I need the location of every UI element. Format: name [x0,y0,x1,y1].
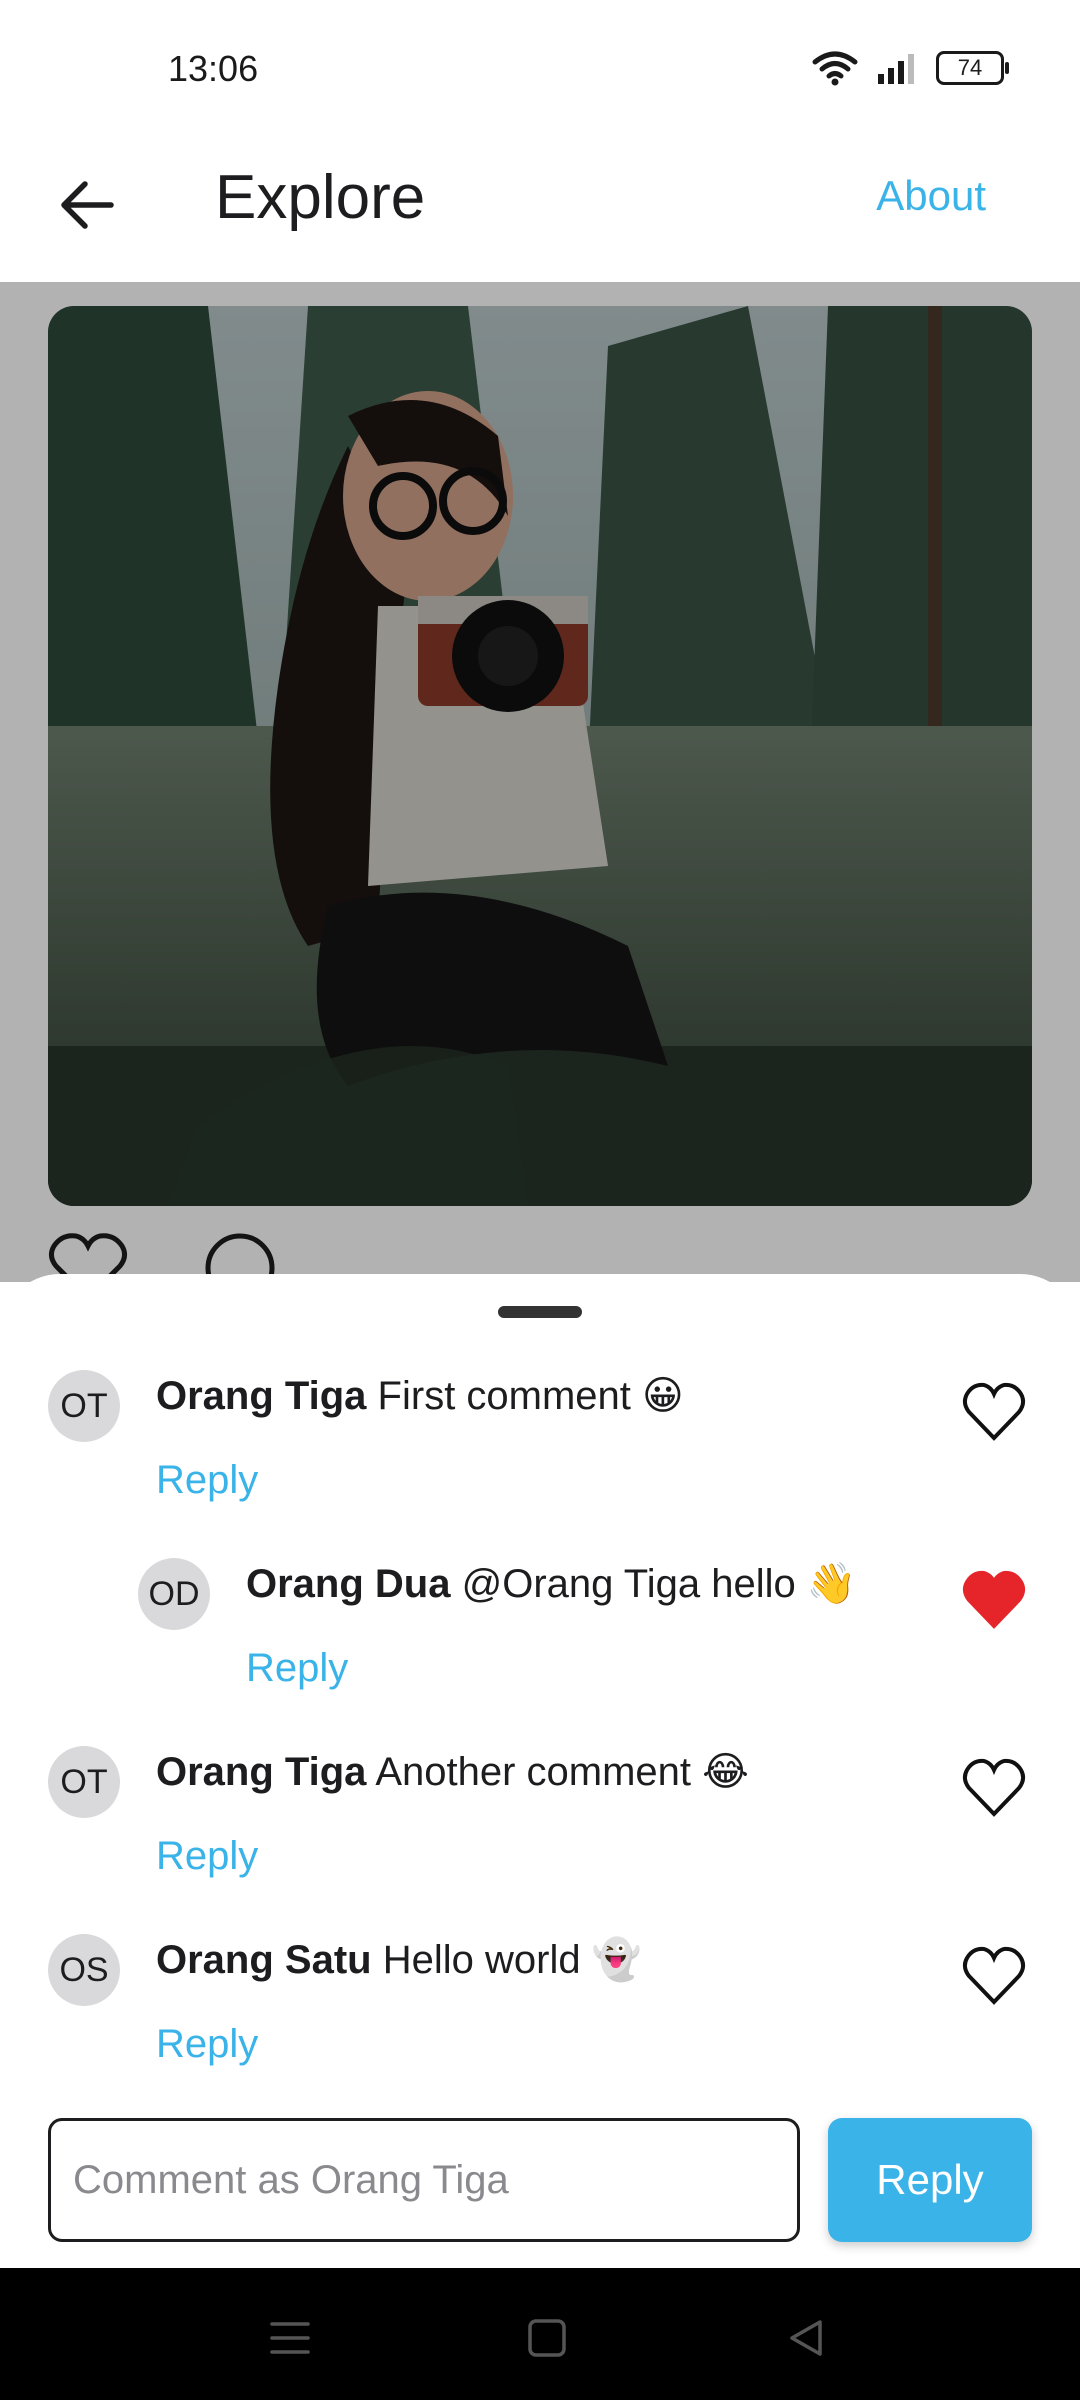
comment-body: First comment 😀 [377,1374,684,1418]
comment-author[interactable]: Orang Tiga [156,1750,366,1794]
comment-item: OS Orang Satu Hello world 👻 Reply [0,1934,1080,2104]
avatar[interactable]: OT [48,1370,120,1442]
page-title: Explore [215,163,426,232]
nav-back-button[interactable] [776,2308,836,2368]
reply-button[interactable]: Reply [156,1458,258,1503]
about-link[interactable]: About [876,172,986,220]
nav-menu-button[interactable] [260,2308,320,2368]
modal-overlay[interactable] [0,282,1080,1282]
status-bar: 13:06 74 [0,0,1080,140]
comment-author[interactable]: Orang Dua [246,1562,450,1606]
reply-button[interactable]: Reply [156,2022,258,2067]
menu-icon [270,2322,310,2354]
submit-reply-button[interactable]: Reply [828,2118,1032,2242]
heart-icon[interactable] [962,1946,1026,2006]
comment-text: Orang Tiga First comment 😀 [156,1370,684,1422]
heart-icon[interactable] [962,1758,1026,1818]
wifi-icon [812,51,858,86]
comment-author[interactable]: Orang Satu [156,1938,372,1982]
status-time: 13:06 [168,48,259,89]
back-triangle-icon [790,2320,822,2356]
comment-body: Another comment 😂 [375,1750,749,1794]
home-icon [528,2319,566,2357]
comment-author[interactable]: Orang Tiga [156,1374,366,1418]
heart-filled-icon[interactable] [962,1570,1026,1630]
comment-body: Hello world 👻 [382,1938,642,1982]
comment-item: OD Orang Dua @Orang Tiga hello 👋 Reply [0,1558,1080,1728]
battery-icon: 74 [936,51,1009,85]
reply-button[interactable]: Reply [156,1834,258,1879]
comment-text: Orang Dua @Orang Tiga hello 👋 [246,1558,857,1610]
reply-button[interactable]: Reply [246,1646,348,1691]
status-icons: 74 [812,50,1009,86]
comment-body: @Orang Tiga hello 👋 [461,1562,857,1606]
system-nav-bar [0,2268,1080,2400]
app-header: Explore About [0,140,1080,282]
sheet-drag-handle[interactable] [498,1306,582,1318]
comment-text: Orang Tiga Another comment 😂 [156,1746,749,1798]
back-button[interactable] [52,170,122,240]
heart-icon[interactable] [962,1382,1026,1442]
comment-input[interactable] [48,2118,800,2242]
nav-home-button[interactable] [517,2308,577,2368]
signal-icon [878,54,914,84]
avatar[interactable]: OT [48,1746,120,1818]
comment-text: Orang Satu Hello world 👻 [156,1934,642,1986]
comment-item: OT Orang Tiga First comment 😀 Reply [0,1370,1080,1540]
arrow-left-icon [61,181,114,229]
avatar[interactable]: OD [138,1558,210,1630]
avatar[interactable]: OS [48,1934,120,2006]
comment-item: OT Orang Tiga Another comment 😂 Reply [0,1746,1080,1916]
